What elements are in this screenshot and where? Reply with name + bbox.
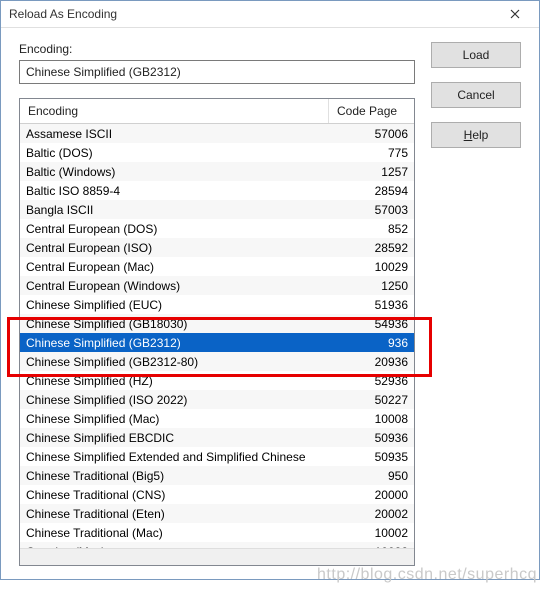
- table-row[interactable]: Central European (Mac)10029: [20, 257, 414, 276]
- codepage-cell: 10029: [344, 260, 414, 274]
- grid-header-codepage[interactable]: Code Page: [329, 99, 414, 123]
- close-icon: [510, 9, 520, 19]
- codepage-cell: 51936: [344, 298, 414, 312]
- encoding-cell: Central European (Windows): [20, 279, 344, 293]
- encoding-label: Encoding:: [19, 42, 415, 56]
- table-row[interactable]: Chinese Simplified EBCDIC50936: [20, 428, 414, 447]
- encoding-cell: Chinese Traditional (Big5): [20, 469, 344, 483]
- watermark-text: http://blog.csdn.net/superhcq: [317, 566, 537, 584]
- codepage-cell: 936: [344, 336, 414, 350]
- table-row[interactable]: Chinese Simplified (HZ)52936: [20, 371, 414, 390]
- table-row[interactable]: Central European (ISO)28592: [20, 238, 414, 257]
- encoding-cell: Baltic ISO 8859-4: [20, 184, 344, 198]
- encoding-cell: Central European (ISO): [20, 241, 344, 255]
- table-row[interactable]: Bangla ISCII57003: [20, 200, 414, 219]
- table-row[interactable]: Chinese Simplified (ISO 2022)50227: [20, 390, 414, 409]
- encoding-cell: Chinese Simplified Extended and Simplifi…: [20, 450, 344, 464]
- titlebar: Reload As Encoding: [1, 1, 539, 28]
- encoding-cell: Baltic (Windows): [20, 165, 344, 179]
- encoding-cell: Chinese Traditional (Mac): [20, 526, 344, 540]
- horizontal-scrollbar[interactable]: [20, 548, 414, 565]
- codepage-cell: 1257: [344, 165, 414, 179]
- codepage-cell: 54936: [344, 317, 414, 331]
- table-row[interactable]: Baltic (Windows)1257: [20, 162, 414, 181]
- table-row[interactable]: Assamese ISCII57006: [20, 124, 414, 143]
- table-row[interactable]: Chinese Traditional (Mac)10002: [20, 523, 414, 542]
- table-row[interactable]: Chinese Simplified Extended and Simplifi…: [20, 447, 414, 466]
- codepage-cell: 50936: [344, 431, 414, 445]
- grid-body[interactable]: Assamese ISCII57006Baltic (DOS)775Baltic…: [20, 124, 414, 548]
- encoding-cell: Croatian (Mac): [20, 545, 344, 549]
- table-row[interactable]: Chinese Simplified (GB18030)54936: [20, 314, 414, 333]
- help-button[interactable]: Help: [431, 122, 521, 148]
- codepage-cell: 852: [344, 222, 414, 236]
- codepage-cell: 50935: [344, 450, 414, 464]
- table-row[interactable]: Chinese Simplified (GB2312)936: [20, 333, 414, 352]
- codepage-cell: 52936: [344, 374, 414, 388]
- dialog-body: Encoding: Encoding Code Page Assamese IS…: [1, 28, 539, 580]
- encoding-grid: Encoding Code Page Assamese ISCII57006Ba…: [19, 98, 415, 566]
- encoding-cell: Chinese Simplified (GB2312-80): [20, 355, 344, 369]
- codepage-cell: 950: [344, 469, 414, 483]
- table-row[interactable]: Central European (DOS)852: [20, 219, 414, 238]
- table-row[interactable]: Chinese Traditional (CNS)20000: [20, 485, 414, 504]
- dialog-window: Reload As Encoding Encoding: Encoding Co…: [0, 0, 540, 580]
- codepage-cell: 10008: [344, 412, 414, 426]
- encoding-cell: Chinese Simplified (EUC): [20, 298, 344, 312]
- table-row[interactable]: Chinese Traditional (Big5)950: [20, 466, 414, 485]
- codepage-cell: 1250: [344, 279, 414, 293]
- codepage-cell: 10082: [344, 545, 414, 549]
- window-title: Reload As Encoding: [9, 7, 495, 21]
- encoding-cell: Chinese Traditional (CNS): [20, 488, 344, 502]
- close-button[interactable]: [495, 3, 535, 25]
- codepage-cell: 28592: [344, 241, 414, 255]
- table-row[interactable]: Chinese Simplified (Mac)10008: [20, 409, 414, 428]
- codepage-cell: 57003: [344, 203, 414, 217]
- load-button[interactable]: Load: [431, 42, 521, 68]
- codepage-cell: 20002: [344, 507, 414, 521]
- left-panel: Encoding: Encoding Code Page Assamese IS…: [19, 42, 415, 566]
- grid-body-wrap: Assamese ISCII57006Baltic (DOS)775Baltic…: [20, 124, 414, 548]
- table-row[interactable]: Baltic ISO 8859-428594: [20, 181, 414, 200]
- encoding-cell: Baltic (DOS): [20, 146, 344, 160]
- encoding-cell: Assamese ISCII: [20, 127, 344, 141]
- encoding-cell: Chinese Simplified (HZ): [20, 374, 344, 388]
- codepage-cell: 20936: [344, 355, 414, 369]
- encoding-cell: Chinese Simplified (ISO 2022): [20, 393, 344, 407]
- encoding-input[interactable]: [19, 60, 415, 84]
- table-row[interactable]: Baltic (DOS)775: [20, 143, 414, 162]
- encoding-cell: Central European (Mac): [20, 260, 344, 274]
- codepage-cell: 775: [344, 146, 414, 160]
- codepage-cell: 28594: [344, 184, 414, 198]
- encoding-cell: Chinese Simplified (GB2312): [20, 336, 344, 350]
- codepage-cell: 50227: [344, 393, 414, 407]
- encoding-cell: Chinese Traditional (Eten): [20, 507, 344, 521]
- button-panel: Load Cancel Help: [431, 42, 521, 566]
- codepage-cell: 10002: [344, 526, 414, 540]
- encoding-cell: Chinese Simplified (GB18030): [20, 317, 344, 331]
- encoding-cell: Chinese Simplified EBCDIC: [20, 431, 344, 445]
- encoding-cell: Bangla ISCII: [20, 203, 344, 217]
- codepage-cell: 57006: [344, 127, 414, 141]
- grid-header-encoding[interactable]: Encoding: [20, 99, 329, 123]
- table-row[interactable]: Central European (Windows)1250: [20, 276, 414, 295]
- codepage-cell: 20000: [344, 488, 414, 502]
- encoding-cell: Central European (DOS): [20, 222, 344, 236]
- grid-header-row: Encoding Code Page: [20, 99, 414, 124]
- table-row[interactable]: Croatian (Mac)10082: [20, 542, 414, 548]
- table-row[interactable]: Chinese Simplified (EUC)51936: [20, 295, 414, 314]
- cancel-button[interactable]: Cancel: [431, 82, 521, 108]
- table-row[interactable]: Chinese Traditional (Eten)20002: [20, 504, 414, 523]
- encoding-cell: Chinese Simplified (Mac): [20, 412, 344, 426]
- table-row[interactable]: Chinese Simplified (GB2312-80)20936: [20, 352, 414, 371]
